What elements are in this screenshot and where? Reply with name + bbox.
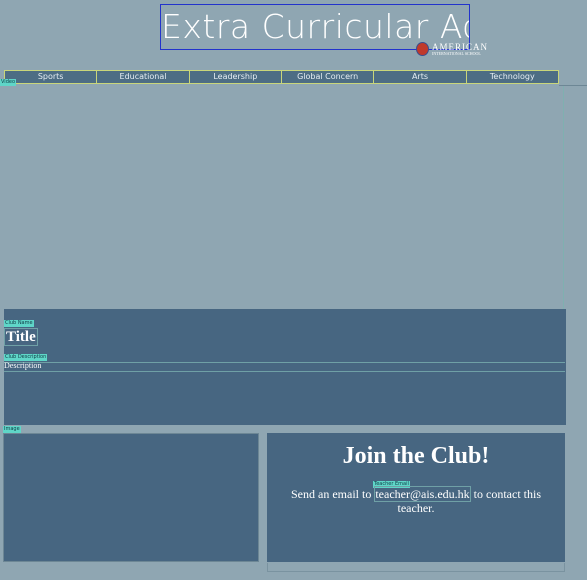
join-heading: Join the Club! [342, 443, 490, 469]
club-description-label: Club Description [4, 354, 48, 361]
school-logo: AMERICAN INTERNATIONAL SCHOOL [416, 40, 488, 58]
club-name-label: Club Name [4, 320, 34, 327]
join-instructions: Send an email to teacher@ais.edu.hk to c… [280, 486, 552, 515]
nav-item-arts[interactable]: Arts [374, 71, 467, 83]
school-crest-icon [416, 42, 429, 56]
video-label: Video [0, 79, 17, 86]
club-description: Description [4, 361, 42, 370]
teacher-email-link[interactable]: teacher@ais.edu.hk [374, 486, 471, 502]
join-text-before: Send an email to [291, 487, 372, 501]
join-panel-footer [267, 563, 565, 572]
nav-item-educational[interactable]: Educational [97, 71, 190, 83]
club-description-frame [4, 362, 565, 372]
image-label: Image [3, 426, 21, 433]
category-nav: Sports Educational Leadership Global Con… [4, 70, 559, 84]
logo-line-2: INTERNATIONAL SCHOOL [431, 50, 481, 56]
nav-item-leadership[interactable]: Leadership [189, 71, 282, 83]
club-title: Title [4, 328, 38, 346]
video-player[interactable] [4, 86, 564, 309]
school-logo-text: AMERICAN INTERNATIONAL SCHOOL [431, 42, 488, 56]
nav-divider [559, 70, 587, 86]
nav-item-technology[interactable]: Technology [466, 71, 558, 83]
nav-item-sports[interactable]: Sports [5, 71, 98, 83]
club-image [3, 433, 259, 562]
nav-item-global-concern[interactable]: Global Concern [281, 71, 375, 83]
